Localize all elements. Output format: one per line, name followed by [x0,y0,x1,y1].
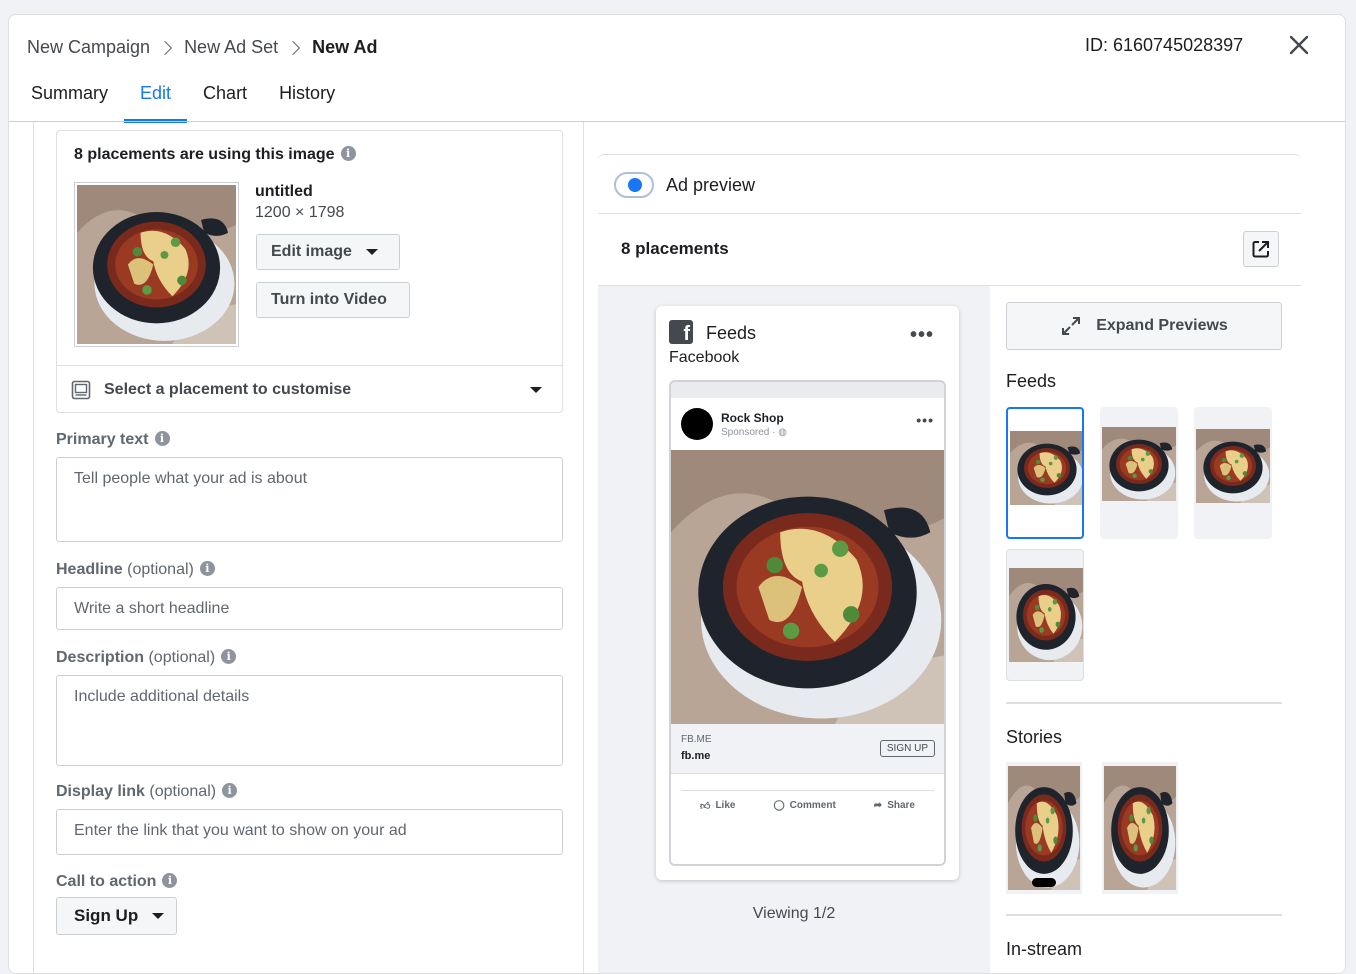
placements-title: 8 placements [621,239,729,258]
placement-thumb-feeds-2[interactable] [1100,407,1178,539]
close-icon[interactable] [1287,33,1311,57]
primary-text-input[interactable]: Tell people what your ad is about [56,457,563,542]
cta-dropdown[interactable]: Sign Up [56,897,177,935]
turn-into-video-button[interactable]: Turn into Video [256,282,410,318]
description-label: Description (optional) i [56,649,237,667]
open-external-button[interactable] [1243,231,1279,267]
thumbs-up-icon: 👍︎ [700,800,711,812]
caret-down-icon [530,387,542,393]
primary-text-label: Primary text i [56,431,170,449]
share-icon: ➦ [873,800,883,811]
info-icon[interactable]: i [154,431,170,446]
image-thumbnail[interactable] [74,182,239,347]
post-mockup: Rock Shop Sponsored · ◍ ••• FB.ME fb.me … [669,380,946,866]
ad-preview-toggle[interactable] [614,172,654,198]
info-icon[interactable]: i [199,561,215,576]
stories-section-title: Stories [1006,727,1063,747]
facebook-post: Rock Shop Sponsored · ◍ ••• FB.ME fb.me … [671,398,944,864]
placement-select[interactable]: Select a placement to customise [57,365,562,413]
feeds-section-title: Feeds [1006,371,1057,391]
divider [1006,702,1282,704]
breadcrumb-ad: New Ad [312,37,378,57]
placement-thumb-feeds-3[interactable] [1194,407,1272,539]
turn-into-video-label: Turn into Video [271,291,387,308]
caret-down-icon [152,913,165,919]
comment-action: ◯ Comment [773,800,836,811]
display-link-input[interactable]: Enter the link that you want to show on … [56,809,563,855]
placement-icon [71,380,91,399]
tab-chart[interactable]: Chart [187,73,263,121]
caret-down-icon [365,249,378,255]
breadcrumb-ad-set[interactable]: New Ad Set [184,37,278,58]
placement-thumb-feeds-1[interactable] [1006,407,1084,539]
image-name: untitled [255,183,313,200]
tab-bar: Summary Edit Chart History [9,73,351,123]
post-actions: 👍︎ Like ◯ Comment ➦ Share [681,790,934,820]
link-caption: FB.ME [681,734,712,745]
image-dimensions: 1200 × 1798 [255,204,345,221]
ad-editor-window: New Campaign New Ad Set New Ad ID: 61607… [8,14,1346,974]
placement-thumb-stories-2[interactable] [1102,762,1178,894]
edit-image-button[interactable]: Edit image [256,234,400,270]
divider [1006,914,1282,916]
divider [598,213,1301,214]
tab-history[interactable]: History [263,73,351,121]
comment-icon: ◯ [773,800,785,811]
display-link-label: Display link (optional) i [56,783,238,801]
description-input[interactable]: Include additional details [56,675,563,766]
placement-select-label: Select a placement to customise [104,380,352,398]
viewing-counter: Viewing 1/2 [752,905,836,922]
cta-label: Call to action i [56,873,178,891]
breadcrumb: New Campaign New Ad Set New Ad [27,37,377,58]
chevron-right-icon [286,40,301,55]
chevron-right-icon [157,40,173,55]
post-options-icon: ••• [916,412,934,428]
ad-preview-panel: Ad preview 8 placements f Feeds Facebook… [598,154,1301,973]
preview-card-subtitle: Facebook [669,349,740,366]
placement-thumb-stories-1[interactable] [1006,762,1082,894]
placement-thumb-feeds-4[interactable] [1006,549,1084,681]
globe-icon: ◍ [778,427,787,438]
ad-id: ID: 6160745028397 [1085,35,1244,55]
edit-form-pane: 8 placements are using this image i untit… [33,122,584,973]
headline-label: Headline (optional) i [56,561,215,579]
ad-preview-label: Ad preview [666,175,756,195]
cta-value: Sign Up [74,906,139,925]
tab-summary[interactable]: Summary [9,73,124,121]
expand-icon [1062,317,1081,335]
expand-previews-button[interactable]: Expand Previews [1006,302,1282,350]
info-icon[interactable]: i [221,649,237,664]
link-bar: FB.ME fb.me SIGN UP [671,724,944,774]
more-options-icon[interactable]: ••• [910,324,934,347]
share-action: ➦ Share [873,800,915,811]
headline-input[interactable]: Write a short headline [56,587,563,630]
in-stream-section-title: In-stream [1006,939,1083,959]
page-name: Rock Shop [721,411,784,425]
breadcrumb-campaign[interactable]: New Campaign [27,37,150,58]
info-icon[interactable]: i [222,783,238,798]
link-domain: fb.me [681,750,711,762]
image-card-title: 8 placements are using this image i [74,146,356,164]
tab-edit[interactable]: Edit [124,73,188,123]
preview-card-title: Feeds [706,323,757,343]
like-action: 👍︎ Like [700,800,736,812]
sign-up-button: SIGN UP [879,740,935,757]
edit-image-label: Edit image [271,243,352,260]
sponsored-label: Sponsored · ◍ [721,427,787,438]
facebook-icon: f [669,320,693,344]
preview-canvas: f Feeds Facebook ••• Rock Shop Sponsored… [598,286,990,973]
info-icon[interactable]: i [162,873,178,888]
image-card: 8 placements are using this image i untit… [56,130,563,413]
preview-header: Ad preview [598,154,1301,214]
info-icon[interactable]: i [340,146,356,161]
feed-preview-card[interactable]: f Feeds Facebook ••• Rock Shop Sponsored… [656,306,959,880]
page-avatar [681,408,713,440]
post-image [671,450,944,724]
external-link-icon [1252,241,1269,258]
expand-previews-label: Expand Previews [1096,317,1228,334]
